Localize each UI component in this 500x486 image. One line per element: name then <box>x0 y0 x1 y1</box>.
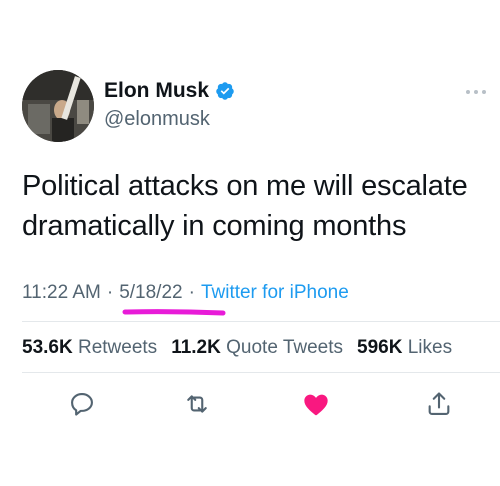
tweet-source-link[interactable]: Twitter for iPhone <box>201 282 349 303</box>
likes-label: Likes <box>407 337 453 358</box>
likes-count: 596K <box>357 337 403 358</box>
divider <box>22 321 500 322</box>
verified-badge-icon <box>215 81 235 101</box>
share-icon[interactable] <box>425 390 453 418</box>
tweet-stats: 53.6K Retweets 11.2K Quote Tweets 596K Lik… <box>22 337 466 359</box>
meta-separator: · <box>106 282 114 303</box>
author-handle[interactable]: @elonmusk <box>104 106 235 132</box>
tweet-date[interactable]: 5/18/22 <box>119 282 182 303</box>
tweet-text: Political attacks on me will escalate dr… <box>22 170 468 242</box>
tweet-card: Elon Musk @elonmusk Political attacks on… <box>0 0 500 486</box>
quote-tweets-label: Quote Tweets <box>226 337 344 358</box>
divider <box>22 372 500 373</box>
avatar-image <box>22 70 94 142</box>
author-block[interactable]: Elon Musk @elonmusk <box>104 78 235 132</box>
tweet-meta: 11:22 AM · 5/18/22 · Twitter for iPhone <box>22 282 349 304</box>
retweets-stat[interactable]: 53.6K Retweets <box>22 337 157 358</box>
heart-icon[interactable] <box>302 390 330 418</box>
avatar[interactable] <box>22 70 94 142</box>
more-options-icon[interactable] <box>464 88 488 96</box>
retweet-icon[interactable] <box>183 390 211 418</box>
retweets-count: 53.6K <box>22 337 73 358</box>
quote-tweets-stat[interactable]: 11.2K Quote Tweets <box>171 337 343 358</box>
action-bar <box>0 388 500 420</box>
reply-icon[interactable] <box>68 390 96 418</box>
date-highlight-underline <box>122 309 226 316</box>
quote-tweets-count: 11.2K <box>171 337 221 358</box>
likes-stat[interactable]: 596K Likes <box>357 337 452 358</box>
retweets-label: Retweets <box>77 337 158 358</box>
meta-separator: · <box>188 282 195 303</box>
tweet-time[interactable]: 11:22 AM <box>22 282 101 303</box>
author-display-name[interactable]: Elon Musk <box>104 78 209 104</box>
